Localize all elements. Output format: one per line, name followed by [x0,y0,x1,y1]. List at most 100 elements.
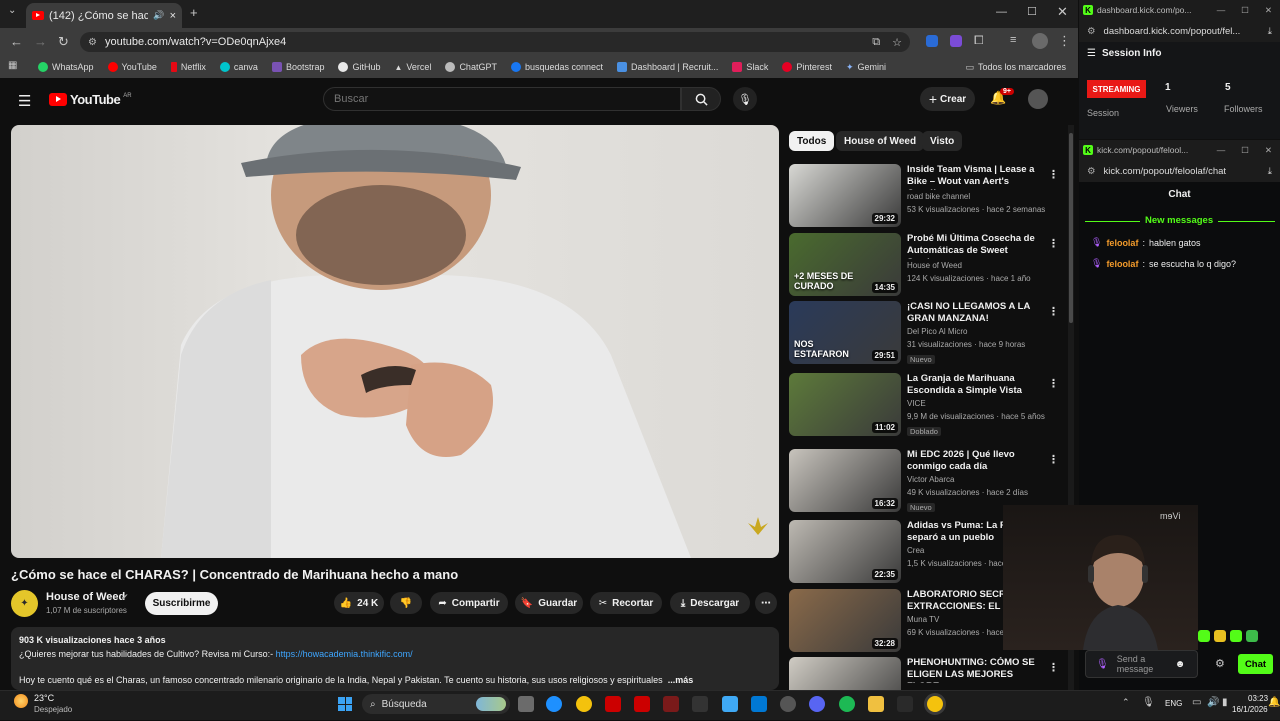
subscribe-button[interactable]: Suscribirme [145,592,218,615]
more-options-icon[interactable]: ⋮ [1048,453,1059,466]
tab-close-icon[interactable]: × [170,10,176,22]
more-options-icon[interactable]: ⋮ [1048,237,1059,250]
app-icon[interactable] [634,696,650,712]
more-options-icon[interactable]: ⋮ [1048,168,1059,181]
recommendation-item[interactable]: +2 MESES DE CURADO 14:35 Probé Mi Última C… [789,233,1059,297]
extension-icon[interactable] [950,35,962,47]
app-icon[interactable] [663,696,679,712]
description-box[interactable]: 903 K visualizaciones hace 3 años ¿Quier… [11,627,779,690]
spotify-icon[interactable] [839,696,855,712]
chrome-icon[interactable] [576,696,592,712]
recommendation-title[interactable]: ¡CASI NO LLEGAMOS A LA GRAN MANZANA! [907,301,1045,325]
profile-avatar[interactable] [1032,33,1048,49]
emote-icon[interactable] [1246,630,1258,642]
recommendation-item[interactable]: 16:32 Mi EDC 2026 | Qué llevo conmigo cad… [789,449,1059,513]
bookmark-youtube[interactable]: YouTube [107,62,157,72]
app-icon[interactable] [722,696,738,712]
video-player[interactable] [11,125,779,558]
back-icon[interactable]: ← [10,34,23,49]
maximize-icon[interactable]: ☐ [1241,5,1249,16]
youtube-logo[interactable]: YouTube AR [49,92,132,107]
video-thumbnail[interactable]: +2 MESES DE CURADO 14:35 [789,233,901,296]
search-input[interactable] [323,87,681,111]
bookmark-netflix[interactable]: Netflix [170,62,206,72]
recommendation-title[interactable]: Mi EDC 2026 | Qué llevo conmigo cada día [907,449,1045,473]
emote-icon[interactable] [1214,630,1226,642]
minimize-icon[interactable]: — [1217,145,1226,156]
mic-icon[interactable]: 🎙 [1142,697,1155,708]
recommendation-title[interactable]: La Granja de Marihuana Escondida a Simpl… [907,373,1045,397]
vscode-icon[interactable] [751,696,767,712]
extension-icon[interactable] [926,35,938,47]
channel-avatar[interactable]: ✦ [11,590,38,617]
bookmark-dashboard[interactable]: Dashboard | Recruit... [617,62,718,72]
video-thumbnail[interactable]: 11:02 [789,373,901,436]
app-icon[interactable] [692,696,708,712]
apps-icon[interactable]: ▦ [8,60,17,71]
bookmark-pinterest[interactable]: Pinterest [782,62,832,72]
volume-icon[interactable]: 🔊 [1207,697,1219,708]
address-bar[interactable]: ⚙ youtube.com/watch?v=ODe0qnAjxe4 ⧉ ☆ [80,32,910,52]
recommendation-channel[interactable]: Victor Abarca [907,473,1045,486]
windows-start-icon[interactable] [338,697,352,711]
battery-icon[interactable]: ▮ [1222,697,1228,708]
close-icon[interactable]: ✕ [1265,145,1272,156]
chip-channel[interactable]: House of Weed [836,131,925,151]
more-actions-button[interactable]: ⋯ [755,592,777,614]
scrollbar-thumb[interactable] [1069,133,1073,323]
bookmark-canva[interactable]: canva [219,62,258,72]
recommendation-title[interactable]: PHENOHUNTING: CÓMO SE ELIGEN LAS MEJORES… [907,657,1045,683]
download-button[interactable]: ⤓ Descargar [670,592,750,614]
chat-settings-icon[interactable]: ⚙ [1215,657,1225,670]
notification-icon[interactable]: 🔔 [1268,697,1280,708]
recommendation-item[interactable]: 11:02 La Granja de Marihuana Escondida a … [789,373,1059,437]
clock-time[interactable]: 03:23 [1248,694,1268,703]
task-view-icon[interactable] [518,696,534,712]
taskbar-search[interactable]: ⌕ Búsqueda [362,694,510,714]
maximize-icon[interactable]: ☐ [1027,5,1037,18]
more-options-icon[interactable]: ⋮ [1048,661,1059,674]
search-button[interactable] [681,87,721,111]
recommendation-channel[interactable]: House of Weed [907,259,1045,272]
recommendation-title[interactable]: Probé Mi Última Cosecha de Automáticas d… [907,233,1045,259]
extensions-icon[interactable]: ≡ [1010,34,1016,46]
bookmark-slack[interactable]: Slack [732,62,768,72]
more-options-icon[interactable]: ⋮ [1048,377,1059,390]
chrome-menu-icon[interactable]: ⋮ [1058,33,1071,49]
emoji-icon[interactable]: ☻ [1175,659,1186,670]
download-icon[interactable]: ⤓ [1268,26,1272,37]
tab-search-icon[interactable]: ⌄ [8,5,16,16]
bookmark-chatgpt[interactable]: ChatGPT [445,62,497,72]
tab-youtube[interactable]: (142) ¿Cómo se hace el CH... 🔊 × [26,3,182,28]
chip-all[interactable]: Todos [789,131,835,151]
show-more-link[interactable]: ...más [668,675,694,685]
app-icon[interactable] [780,696,796,712]
share-button[interactable]: ➦ Compartir [430,592,508,614]
recommendation-channel[interactable]: VICE [907,397,1045,410]
create-button[interactable]: + Crear [920,87,975,111]
account-avatar[interactable] [1028,89,1048,109]
puzzle-icon[interactable]: ⧠ [974,33,984,48]
chip-watched[interactable]: Visto [922,131,963,151]
site-info-icon[interactable]: ⚙ [88,37,97,48]
download-icon[interactable]: ⤓ [1268,166,1272,177]
app-icon[interactable] [605,696,621,712]
new-tab-button[interactable]: + [190,5,198,20]
recommendation-title[interactable]: Inside Team Visma | Lease a Bike – Wout … [907,164,1045,190]
minimize-icon[interactable]: — [996,6,1007,18]
bookmark-bootstrap[interactable]: Bootstrap [271,62,324,72]
bookmark-vercel[interactable]: ▲ Vercel [395,62,432,72]
network-icon[interactable]: ▭ [1192,697,1201,708]
video-thumbnail[interactable]: NOS ESTAFARON 29:51 [789,301,901,364]
bookmark-whatsapp[interactable]: WhatsApp [38,62,94,72]
recommendation-item[interactable]: NOS ESTAFARON 29:51 ¡CASI NO LLEGAMOS A LA… [789,301,1059,365]
bookmark-star-icon[interactable]: ☆ [892,36,902,49]
bookmark-busquedas[interactable]: busquedas connect [510,62,603,72]
like-button[interactable]: 👍 24 K [334,592,384,614]
voice-search-button[interactable]: 🎙 [733,87,757,111]
recommendation-channel[interactable]: road bike channel [907,190,1045,203]
edge-icon[interactable] [546,696,562,712]
save-button[interactable]: 🔖 Guardar [515,592,583,614]
all-bookmarks[interactable]: ▭ Todos los marcadores [965,62,1066,73]
bookmark-github[interactable]: GitHub [338,62,381,72]
